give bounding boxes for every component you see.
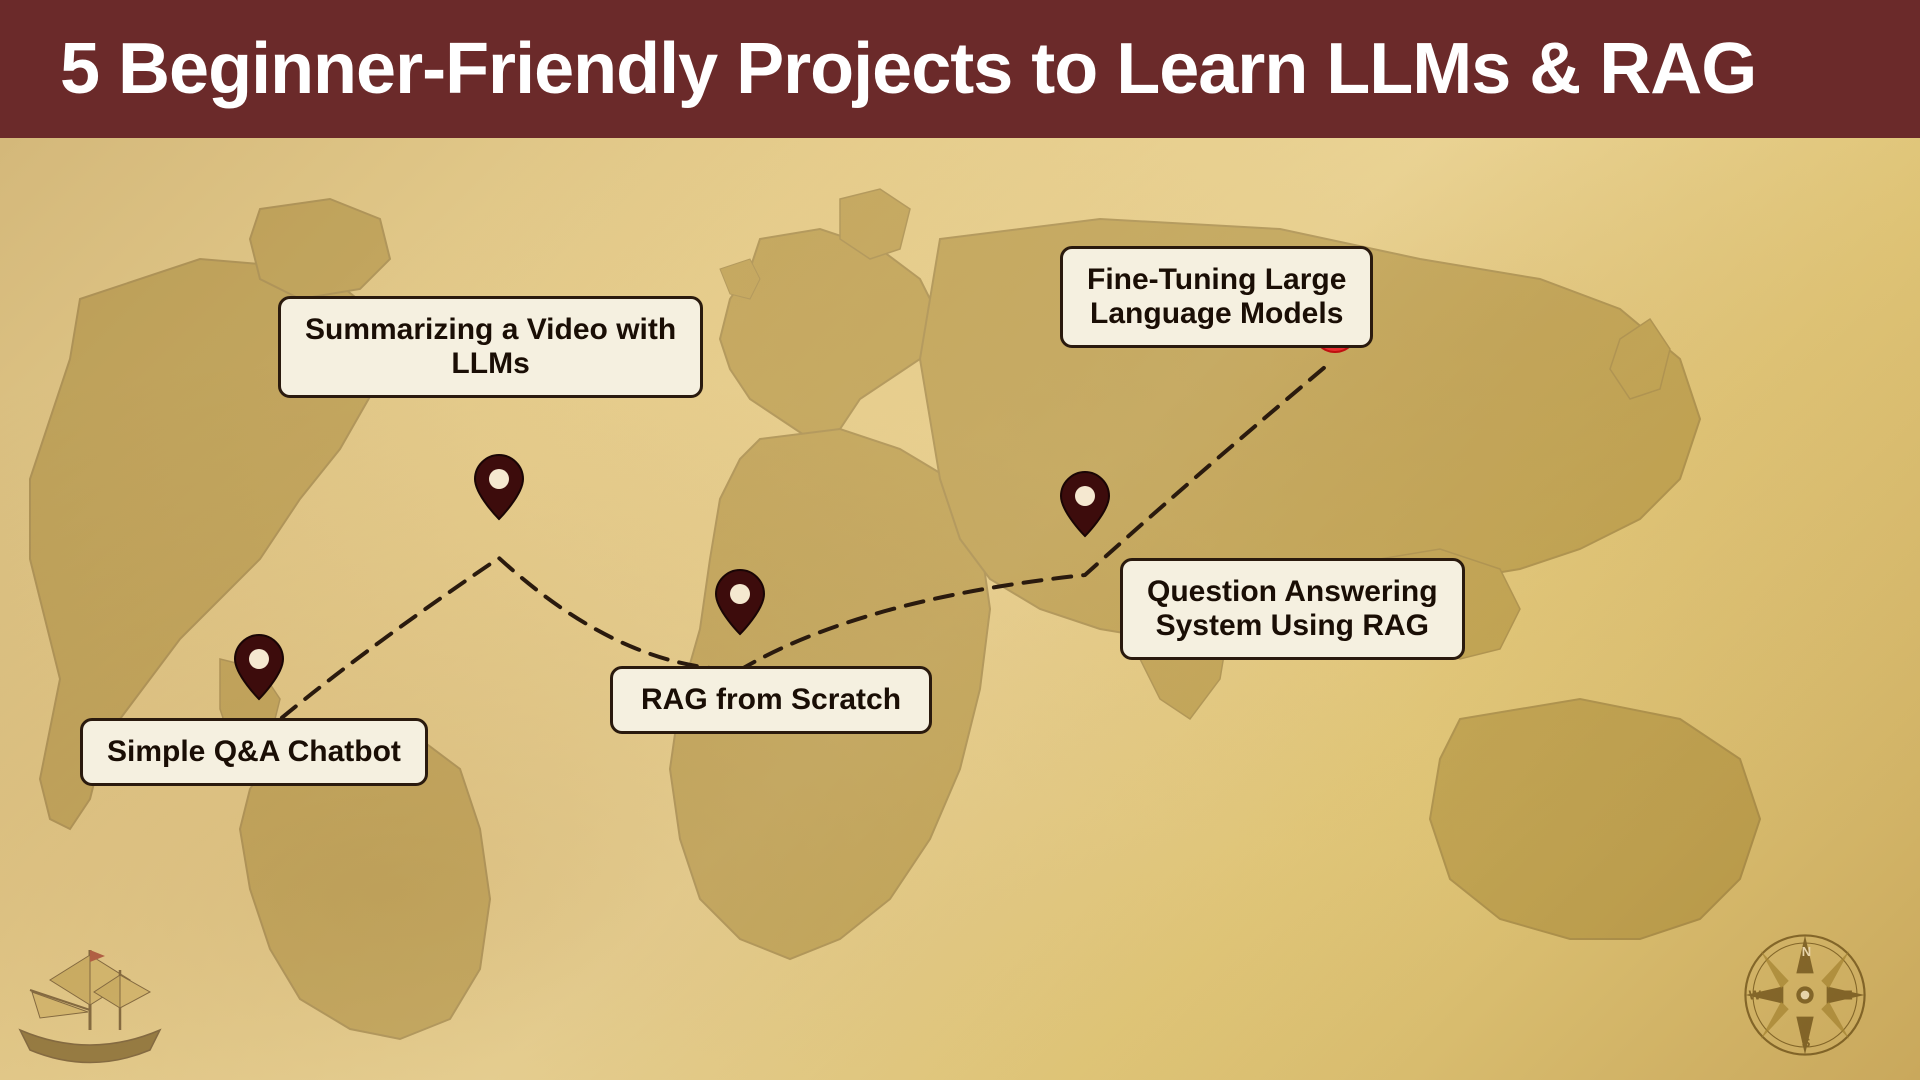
pin-qa-rag xyxy=(1059,470,1111,543)
label-chatbot: Simple Q&A Chatbot xyxy=(80,718,428,786)
svg-text:W: W xyxy=(1749,987,1762,1002)
label-fine-tuning: Fine-Tuning Large Language Models xyxy=(1060,246,1373,348)
svg-text:N: N xyxy=(1802,944,1811,959)
page-wrapper: 5 Beginner-Friendly Projects to Learn LL… xyxy=(0,0,1920,1080)
svg-text:S: S xyxy=(1802,1035,1811,1050)
compass-decoration: N S E W xyxy=(1740,930,1870,1060)
pin-chatbot xyxy=(233,633,285,706)
pin-rag-scratch xyxy=(714,568,766,641)
label-video: Summarizing a Video with LLMs xyxy=(278,296,703,398)
label-rag-scratch: RAG from Scratch xyxy=(610,666,932,734)
pin-video xyxy=(473,453,525,526)
page-title: 5 Beginner-Friendly Projects to Learn LL… xyxy=(60,28,1860,110)
world-map xyxy=(0,138,1920,1080)
map-area: Simple Q&A Chatbot Summarizing a Video w… xyxy=(0,138,1920,1080)
label-qa-rag: Question Answering System Using RAG xyxy=(1120,558,1465,660)
ship-decoration xyxy=(10,930,170,1070)
svg-text:E: E xyxy=(1844,987,1853,1002)
header-bar: 5 Beginner-Friendly Projects to Learn LL… xyxy=(0,0,1920,138)
